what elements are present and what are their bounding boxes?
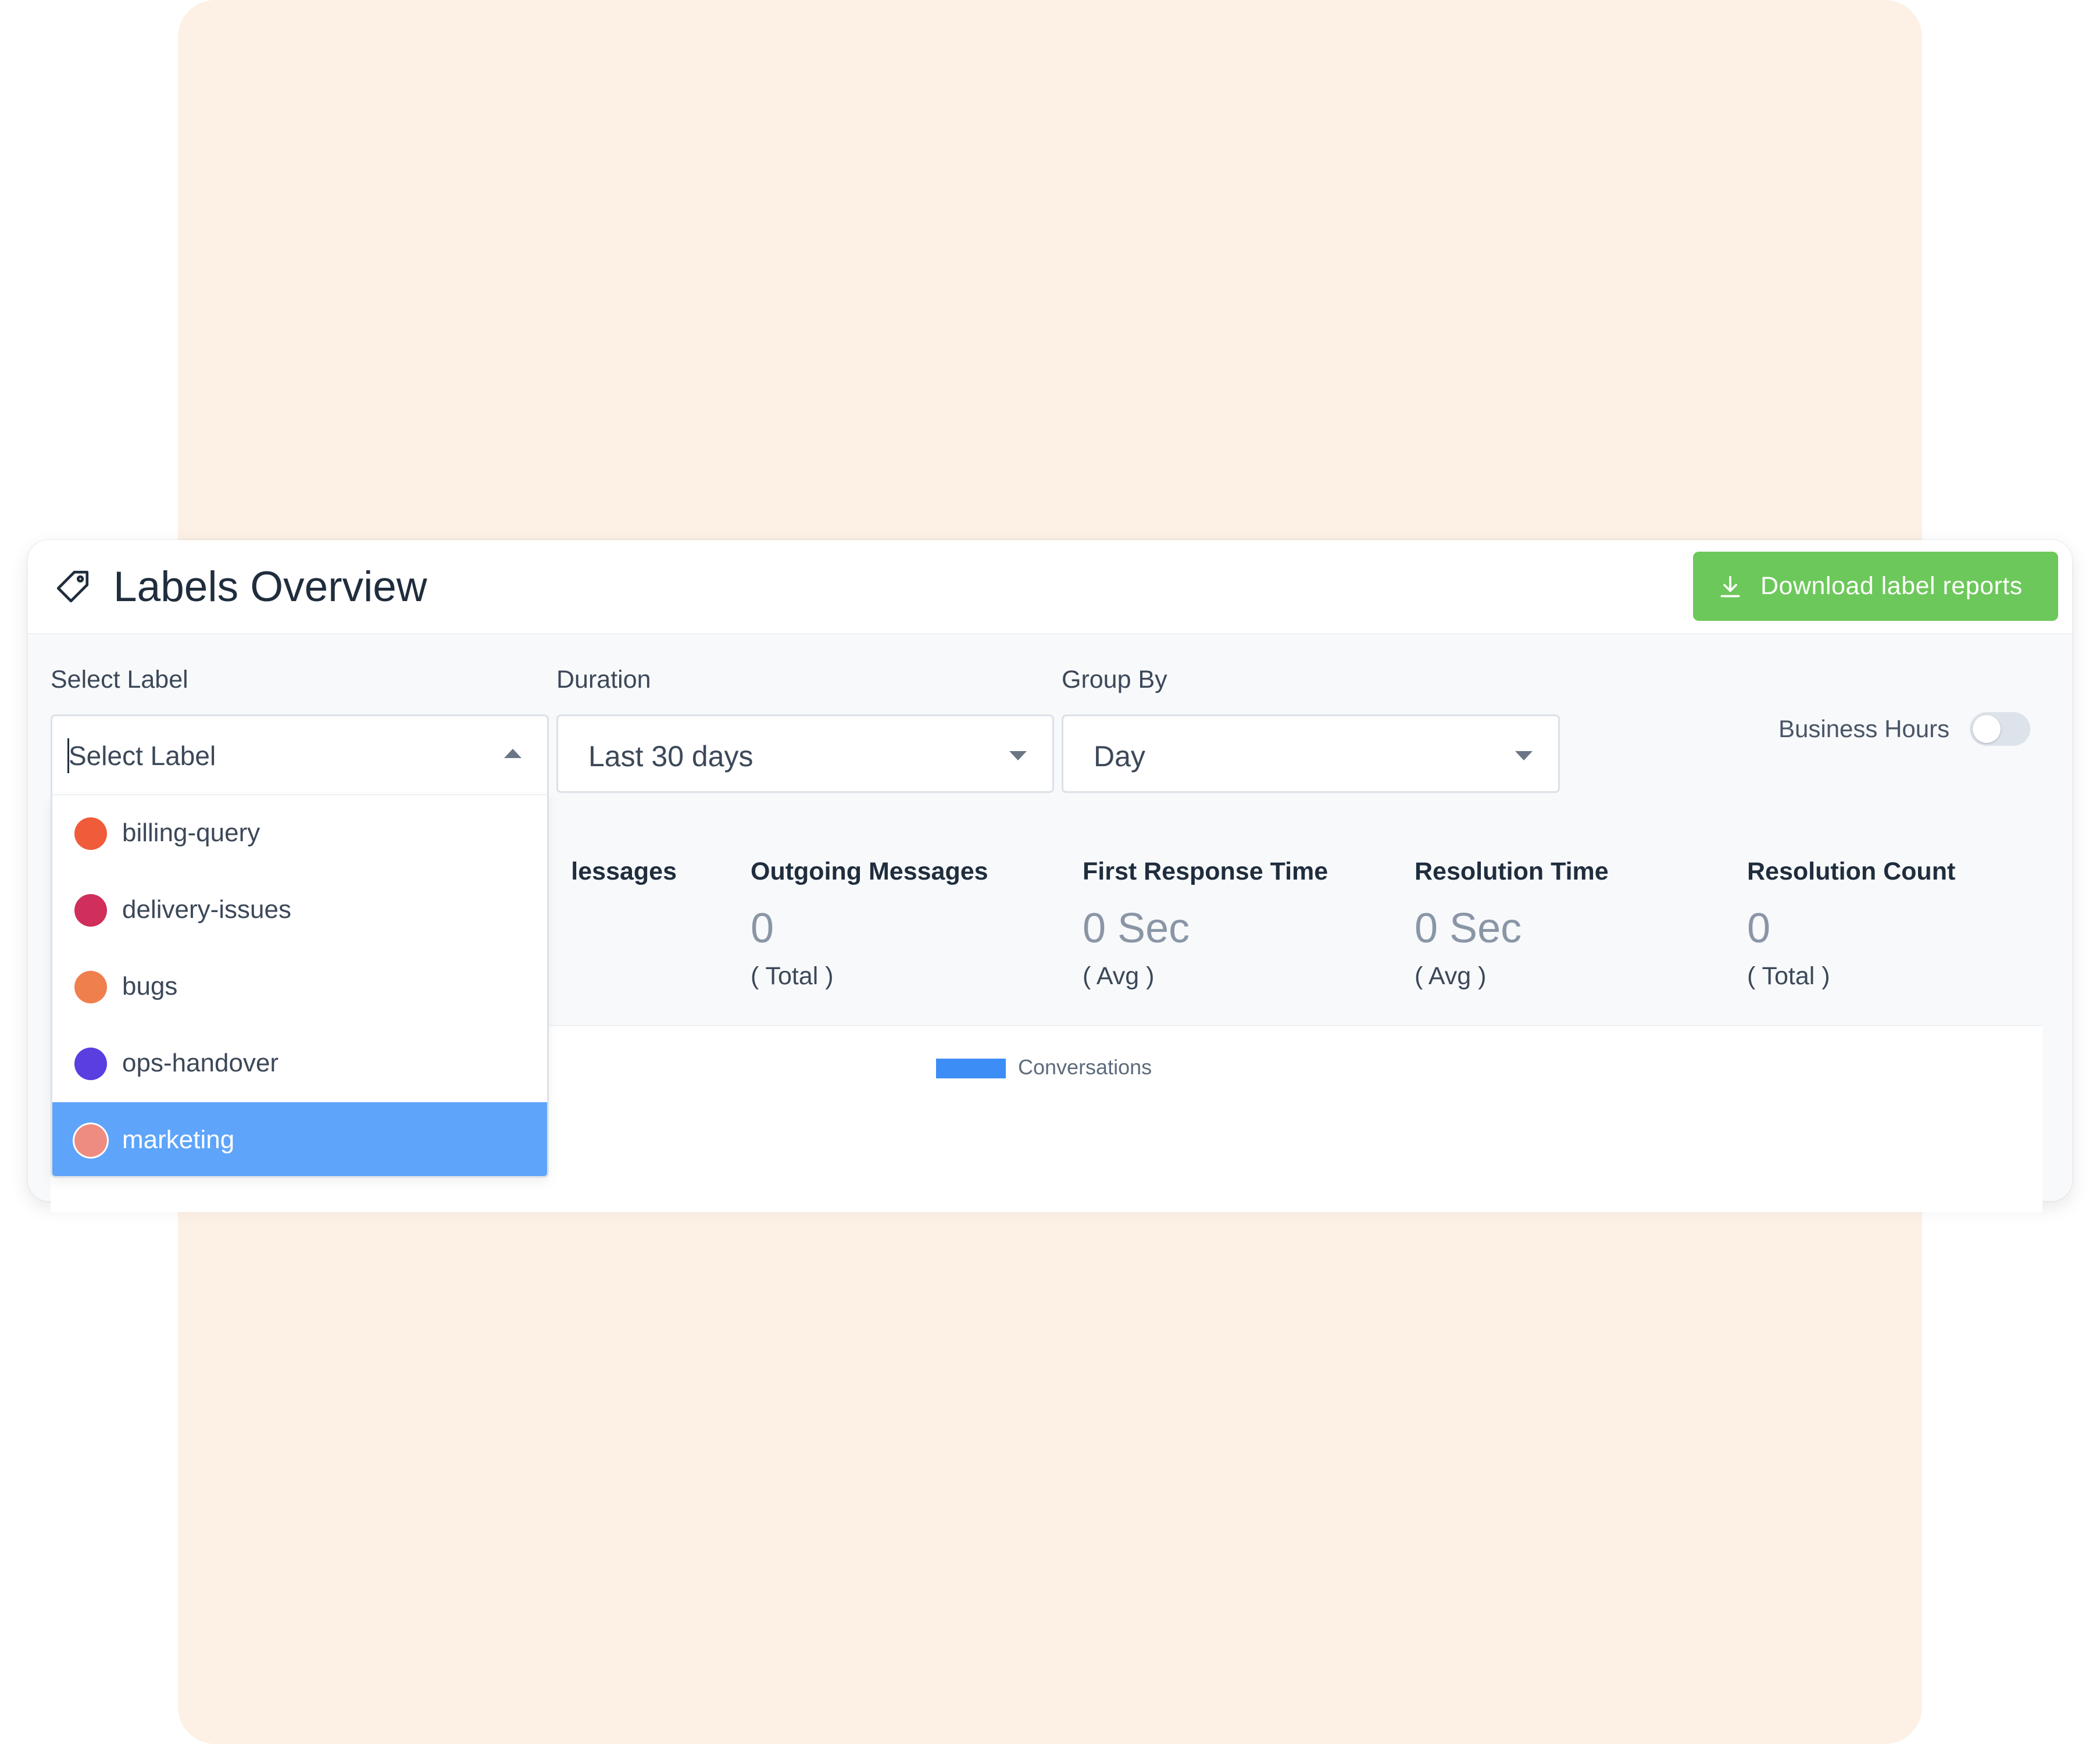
label-color-dot [74, 1048, 107, 1080]
metric-title: Outgoing Messages [751, 857, 988, 885]
metric-title: lessages [571, 857, 677, 885]
tag-icon [56, 570, 89, 603]
page-header: Labels Overview Download label reports [28, 540, 2072, 634]
chevron-down-icon [1515, 751, 1533, 760]
metric-unit: ( Total ) [1747, 962, 1830, 990]
metric-resolution-count: Resolution Count 0 ( Total ) [1747, 856, 1955, 991]
metric-value: 0 Sec [1415, 905, 1522, 952]
metric-incoming-messages: lessages [549, 856, 677, 891]
metric-value: 0 [1747, 905, 1771, 952]
duration-select[interactable]: Last 30 days [556, 714, 1054, 793]
group-by-value: Day [1094, 740, 1145, 773]
label-color-dot [74, 1124, 107, 1157]
download-label-reports-button[interactable]: Download label reports [1693, 552, 2058, 621]
legend-swatch [936, 1059, 1006, 1078]
business-hours-toggle[interactable] [1970, 712, 2030, 746]
metric-unit: ( Avg ) [1083, 962, 1155, 990]
metric-resolution-time: Resolution Time 0 Sec ( Avg ) [1415, 856, 1609, 991]
duration-title: Duration [556, 666, 651, 694]
metric-value: 0 Sec [1083, 905, 1190, 952]
business-hours-label: Business Hours [1778, 715, 1950, 742]
chevron-up-icon [504, 749, 522, 758]
label-color-dot [74, 971, 107, 1003]
label-option-marketing[interactable]: marketing [52, 1102, 547, 1176]
page-title: Labels Overview [113, 563, 427, 610]
label-select-placeholder: Select Label [69, 741, 216, 771]
label-option-text: marketing [122, 1125, 235, 1154]
label-color-dot [74, 817, 107, 850]
label-option-bugs[interactable]: bugs [52, 949, 547, 1025]
duration-value: Last 30 days [588, 740, 753, 773]
download-icon [1720, 576, 1740, 598]
metric-outgoing-messages: Outgoing Messages 0 ( Total ) [751, 856, 988, 991]
download-button-label: Download label reports [1760, 572, 2023, 600]
group-by-select[interactable]: Day [1062, 714, 1560, 793]
label-option-text: billing-query [122, 819, 260, 847]
label-select[interactable]: Select Label [51, 714, 549, 794]
group-by-title: Group By [1062, 666, 1167, 694]
label-option-text: ops-handover [122, 1049, 279, 1077]
legend-label: Conversations [1018, 1055, 1152, 1079]
metric-value: 0 [751, 905, 774, 952]
metric-first-response-time: First Response Time 0 Sec ( Avg ) [1083, 856, 1328, 991]
select-label-title: Select Label [51, 666, 188, 694]
metric-unit: ( Avg ) [1415, 962, 1487, 990]
metric-title: First Response Time [1083, 857, 1328, 885]
metric-title: Resolution Count [1747, 857, 1956, 885]
label-color-dot [74, 894, 107, 927]
label-option-delivery-issues[interactable]: delivery-issues [52, 872, 547, 949]
chevron-down-icon [1009, 751, 1027, 760]
label-option-billing-query[interactable]: billing-query [52, 795, 547, 872]
label-option-ops-handover[interactable]: ops-handover [52, 1025, 547, 1102]
label-option-text: bugs [122, 972, 178, 1000]
metric-unit: ( Total ) [751, 962, 834, 990]
metric-title: Resolution Time [1415, 857, 1609, 885]
label-dropdown: billing-query delivery-issues bugs ops-h… [51, 794, 549, 1178]
label-option-text: delivery-issues [122, 895, 291, 924]
toggle-knob [1973, 715, 2001, 743]
text-cursor [67, 738, 69, 773]
